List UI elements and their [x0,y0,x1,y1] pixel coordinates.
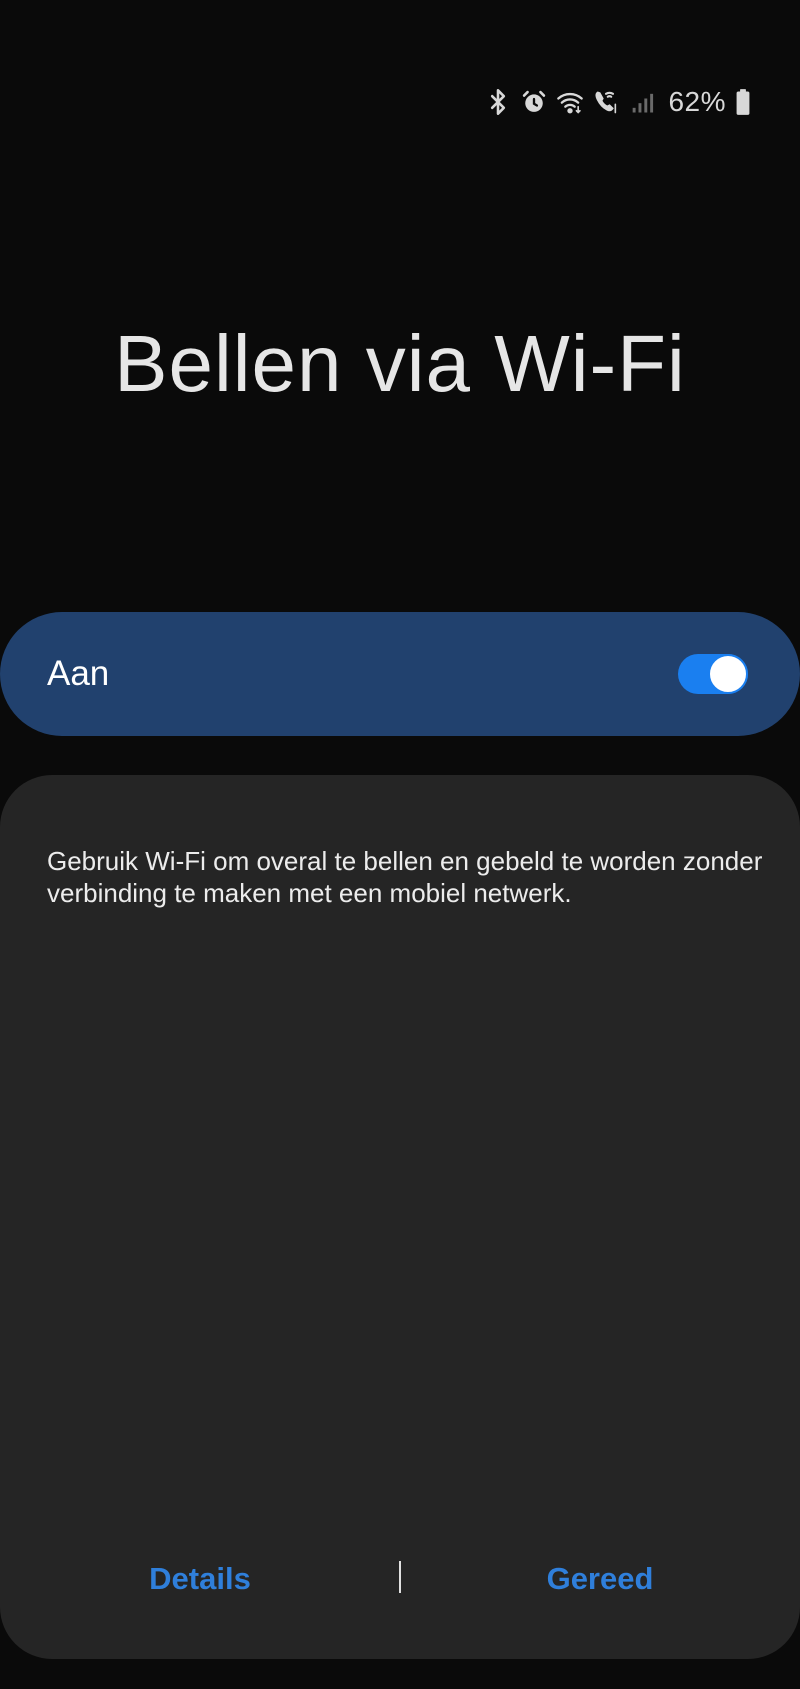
details-button[interactable]: Details [100,1555,300,1603]
wifi-icon [556,88,584,116]
signal-icon [628,88,656,116]
battery-level: 62% [668,86,726,117]
master-switch-bar[interactable]: Aan [0,612,800,736]
page-title: Bellen via Wi-Fi [114,319,686,408]
card-footer: Details Gereed [0,1555,800,1603]
footer-divider [399,1561,401,1593]
alarm-icon [520,88,548,116]
bluetooth-icon [484,88,512,116]
description-text: Gebruik Wi-Fi om overal te bellen en geb… [47,846,763,908]
done-button[interactable]: Gereed [500,1555,700,1603]
master-toggle-switch[interactable] [678,654,748,694]
toggle-knob [708,654,748,694]
content-card: Gebruik Wi-Fi om overal te bellen en geb… [0,775,800,1659]
wifi-calling-icon [592,88,620,116]
master-switch-label: Aan [47,654,110,693]
status-bar: 62% [484,84,752,120]
battery-icon [734,88,752,116]
